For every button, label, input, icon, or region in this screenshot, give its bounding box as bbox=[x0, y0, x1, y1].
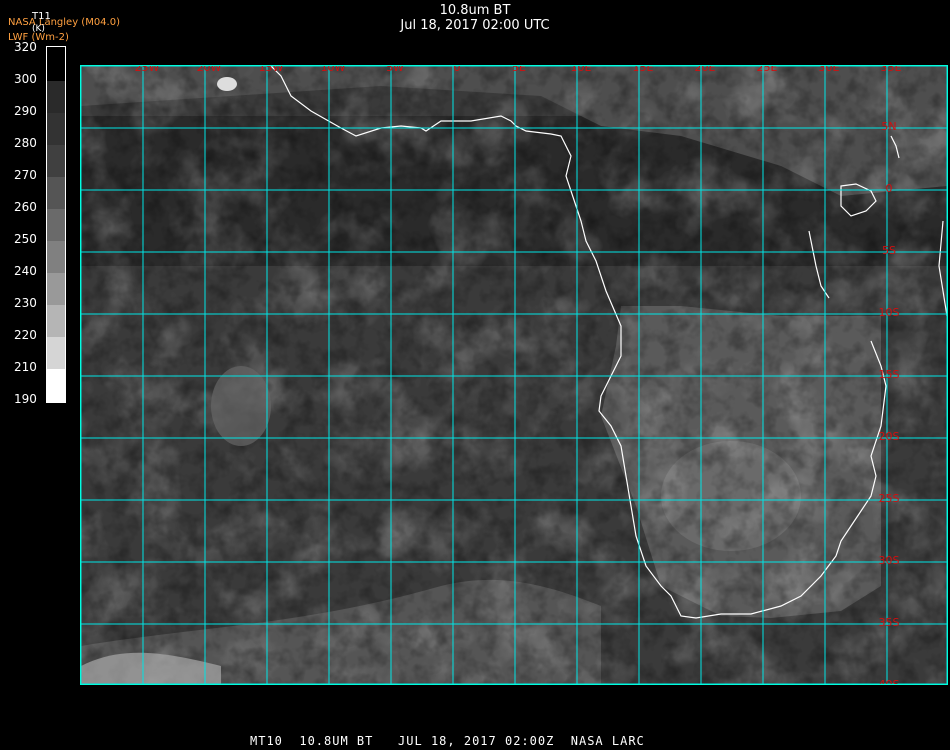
latitude-label: 10S bbox=[879, 306, 900, 319]
longitude-label: 15E bbox=[633, 66, 654, 74]
colorbar-variable: T11 bbox=[32, 11, 51, 22]
colorbar-tick-label: 280 bbox=[14, 136, 37, 150]
source-label: NASA Langley (M04.0) bbox=[8, 17, 120, 28]
longitude-label: 10W bbox=[321, 66, 346, 74]
colorbar-unit: (K) bbox=[32, 24, 45, 34]
colorbar-tick-label: 210 bbox=[14, 360, 37, 374]
longitude-label: 0 bbox=[454, 66, 461, 74]
latitude-label: 0 bbox=[886, 182, 893, 195]
dark-texture bbox=[81, 66, 947, 684]
colorbar-tick-label: 220 bbox=[14, 328, 37, 342]
longitude-label: 30E bbox=[819, 66, 840, 74]
latitude-label: 15S bbox=[879, 368, 900, 381]
title-datetime: Jul 18, 2017 02:00 UTC bbox=[400, 18, 550, 33]
longitude-label: 20E bbox=[695, 66, 716, 74]
title-product: 10.8um BT bbox=[439, 3, 511, 18]
satellite-map[interactable]: 25W 20W 15W 10W 5W 0 5E 10E 15E 20E 25E 30E 35E 5N 0 5S… bbox=[80, 65, 948, 685]
longitude-label: 25E bbox=[757, 66, 778, 74]
latitude-label: 25S bbox=[879, 492, 900, 505]
colorbar-tick-label: 300 bbox=[14, 72, 37, 86]
colorbar-tick-label: 290 bbox=[14, 104, 37, 118]
latitude-label: 20S bbox=[879, 430, 900, 443]
colorbar bbox=[46, 46, 66, 403]
latitude-label: 30S bbox=[879, 554, 900, 567]
colorbar-tick-label: 270 bbox=[14, 168, 37, 182]
footer-caption: MT10 10.8UM BT JUL 18, 2017 02:00Z NASA … bbox=[250, 734, 645, 748]
cloud-bright-spot bbox=[217, 77, 237, 91]
colorbar-tick-label: 250 bbox=[14, 232, 37, 246]
longitude-label: 20W bbox=[197, 66, 222, 74]
colorbar-tick-label: 240 bbox=[14, 264, 37, 278]
colorbar-tick-label: 190 bbox=[14, 392, 37, 406]
longitude-label: 5E bbox=[512, 66, 526, 74]
latitude-label: 35S bbox=[879, 616, 900, 629]
cloud-cluster-west bbox=[211, 366, 271, 446]
colorbar-tick-label: 230 bbox=[14, 296, 37, 310]
longitude-label: 25W bbox=[135, 66, 160, 74]
longitude-label: 35E bbox=[881, 66, 902, 74]
longitude-label: 15W bbox=[259, 66, 284, 74]
latitude-label: 5N bbox=[881, 120, 896, 133]
latitude-label: 40S bbox=[879, 678, 900, 684]
colorbar-tick-label: 260 bbox=[14, 200, 37, 214]
longitude-label: 5W bbox=[386, 66, 404, 74]
map-svg: 25W 20W 15W 10W 5W 0 5E 10E 15E 20E 25E 30E 35E 5N 0 5S… bbox=[81, 66, 947, 684]
colorbar-tick-label: 320 bbox=[14, 40, 37, 54]
longitude-label: 10E bbox=[571, 66, 592, 74]
latitude-label: 5S bbox=[882, 244, 896, 257]
